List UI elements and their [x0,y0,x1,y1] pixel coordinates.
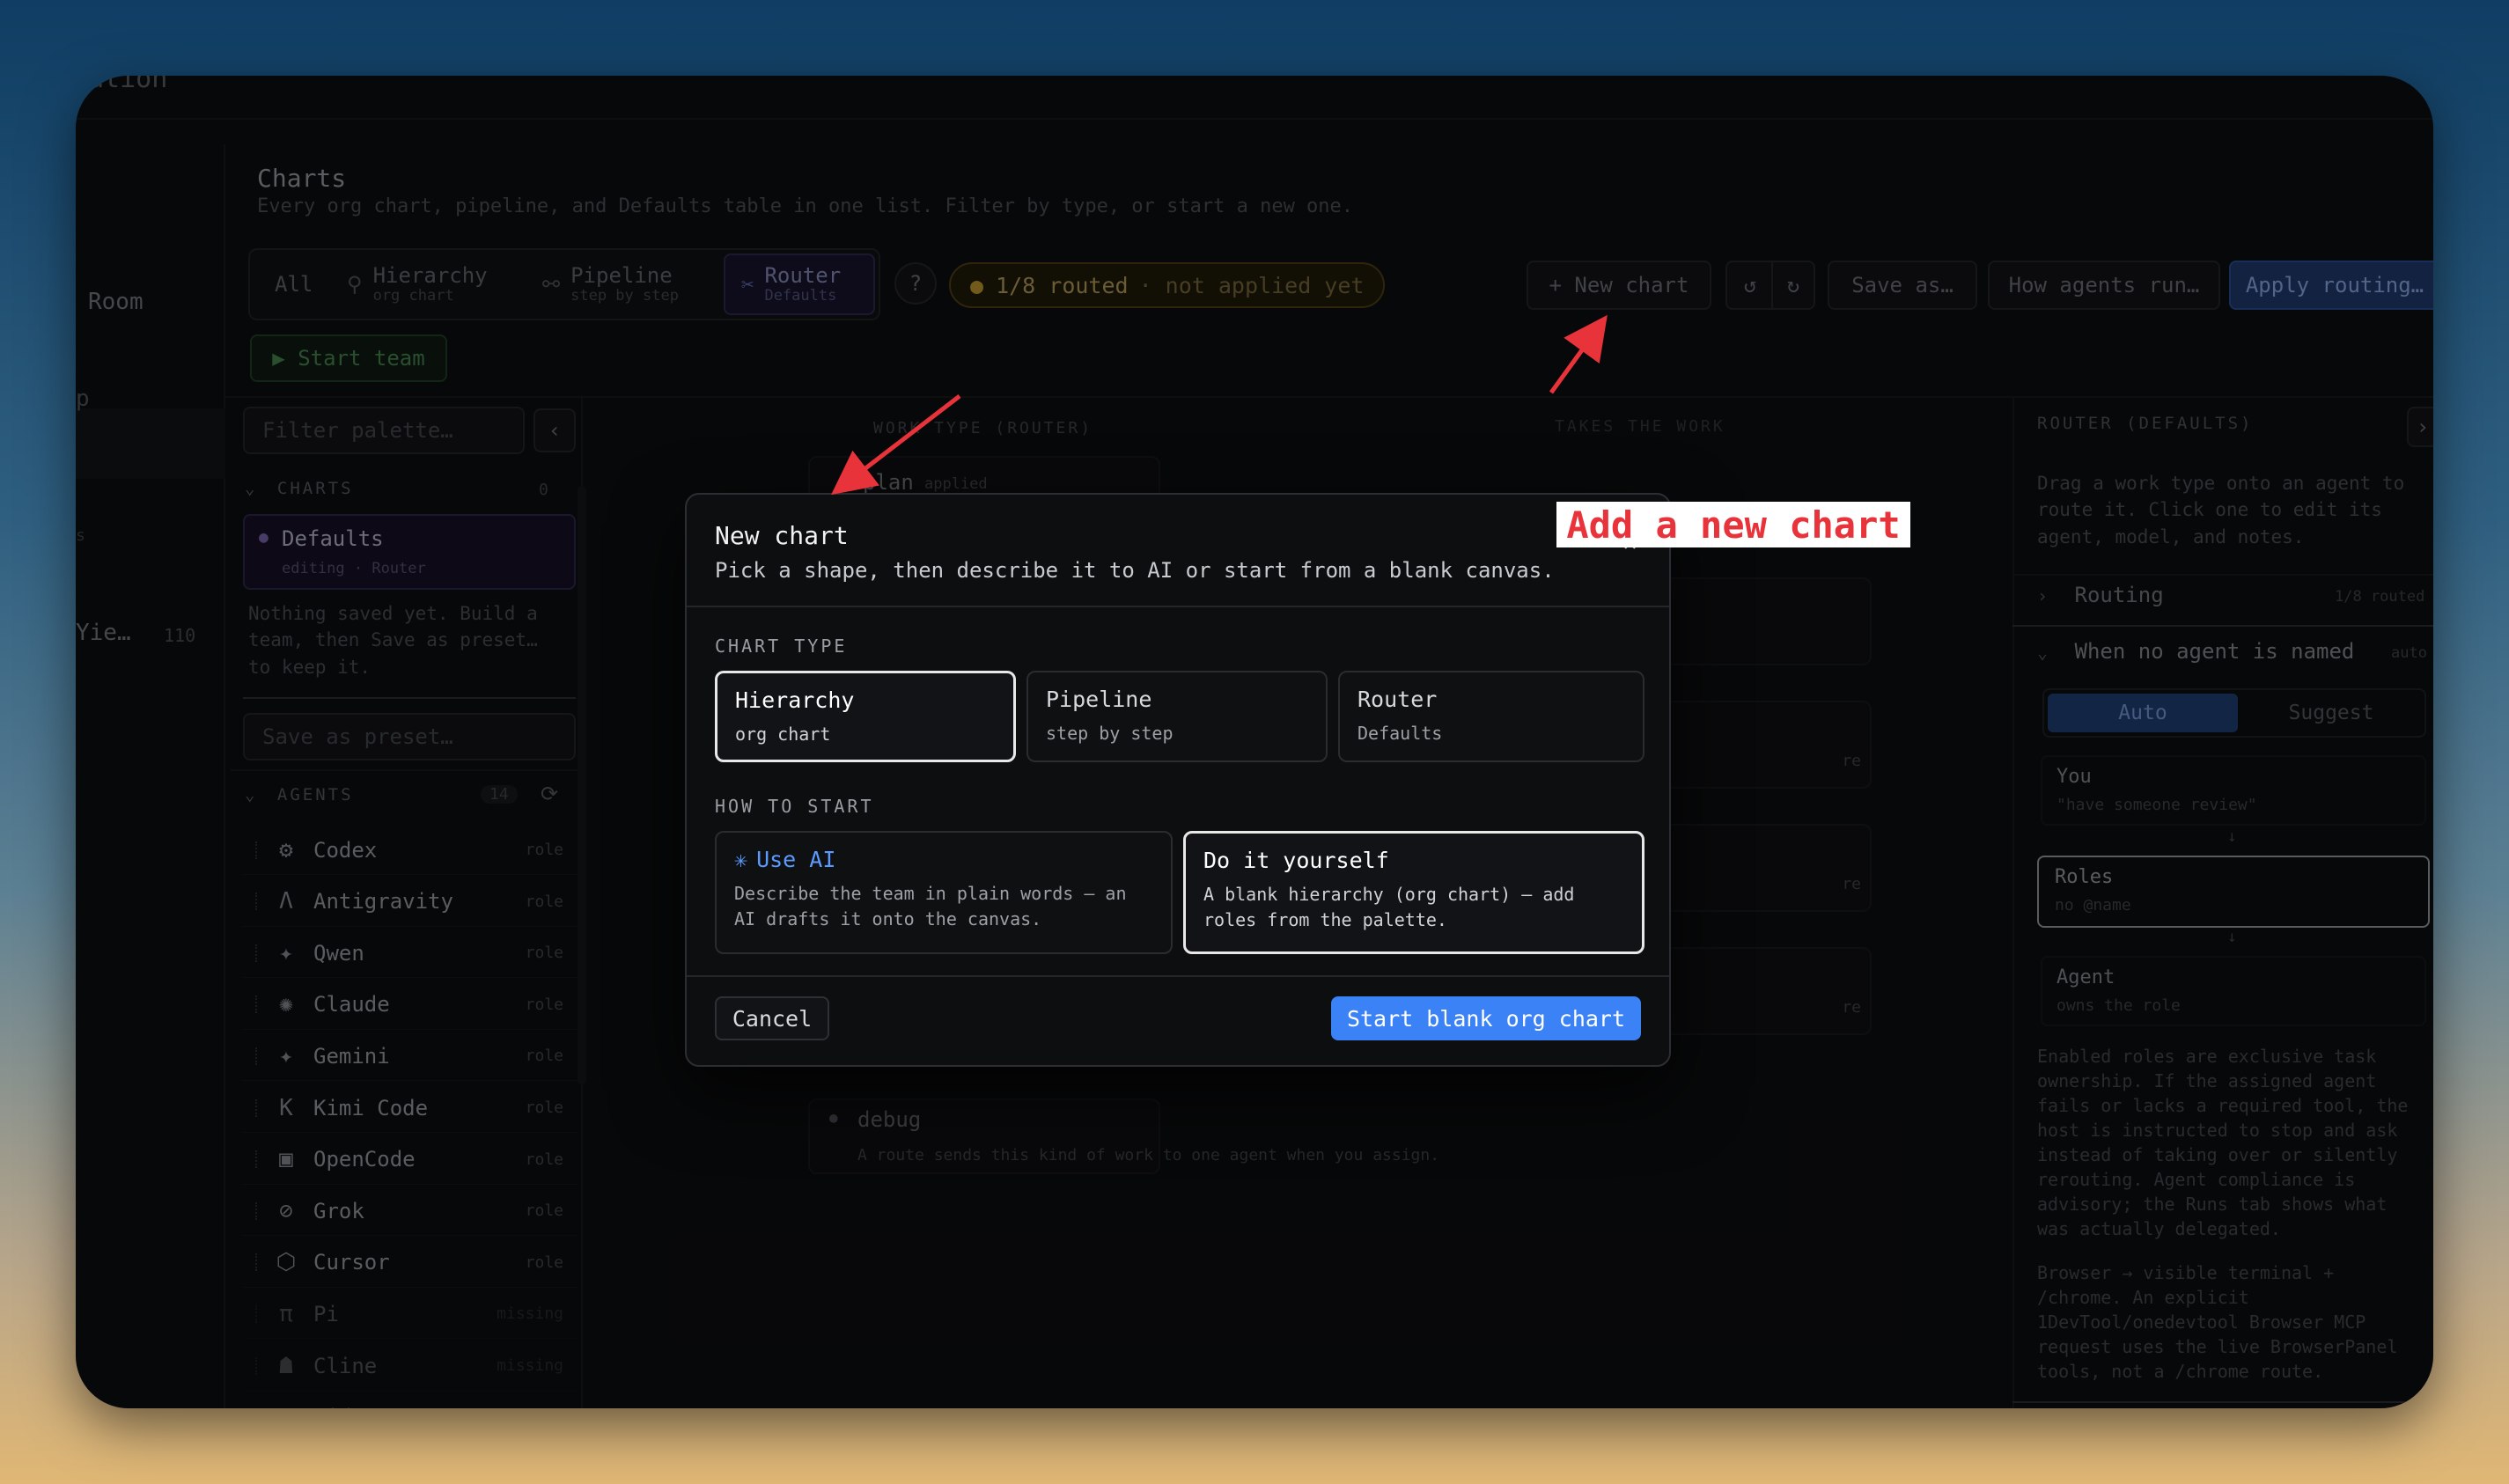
annotation-arrows [831,314,1608,496]
app-window: ation Room p s Yie… 110 Charts Every org… [76,76,2433,1408]
annotation-arrow-to-dialog [831,394,961,496]
annotation-arrow-to-new-chart [1549,314,1608,394]
